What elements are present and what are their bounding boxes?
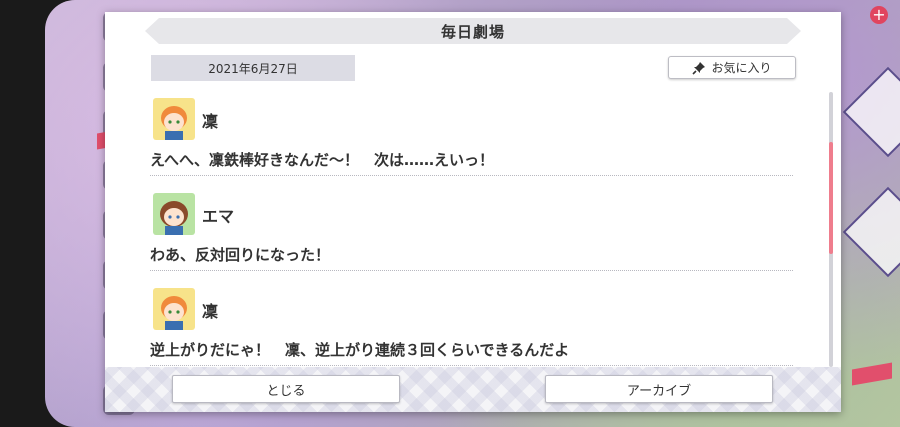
dialogue-list[interactable]: 凜 えへへ、凜鉄棒好きなんだ～！ 次は……えいっ！ エマ わあ、反対回りになった… (150, 94, 795, 366)
dialogue-text: 逆上がりだにゃ！ 凜、逆上がり連続３回くらいできるんだよ (150, 341, 570, 359)
deco-red-tag (852, 362, 892, 386)
emma-avatar (153, 193, 195, 235)
dialog-footer: とじる アーカイブ (105, 367, 841, 412)
rin-avatar (153, 288, 195, 330)
title-bar: 毎日劇場 (145, 18, 801, 44)
dialogue-entry: 凜 えへへ、凜鉄棒好きなんだ～！ 次は……えいっ！ (150, 94, 795, 189)
archive-button[interactable]: アーカイブ (545, 375, 773, 403)
close-button[interactable]: とじる (172, 375, 400, 403)
speaker-name: エマ (202, 207, 235, 226)
daily-theater-dialog: 毎日劇場 2021年6月27日 お気に入り 凜 えへへ、凜鉄棒好きなんだ～！ 次 (105, 12, 841, 412)
divider (150, 175, 793, 176)
dialog-title: 毎日劇場 (440, 22, 505, 41)
dialogue-text: わあ、反対回りになった！ (150, 246, 331, 264)
date-label: 2021年6月27日 (151, 55, 355, 81)
favorite-button[interactable]: お気に入り (668, 56, 796, 79)
dialogue-entry: エマ わあ、反対回りになった！ (150, 189, 795, 284)
divider (150, 365, 793, 366)
scrollbar[interactable] (829, 92, 833, 367)
divider (150, 270, 793, 271)
right-decoration: + (840, 0, 900, 427)
rin-avatar (153, 98, 195, 140)
deco-diamond (842, 66, 900, 158)
scrollbar-thumb[interactable] (829, 142, 833, 254)
dialogue-text: えへへ、凜鉄棒好きなんだ～！ 次は……えいっ！ (150, 151, 494, 169)
dialogue-entry: 凜 逆上がりだにゃ！ 凜、逆上がり連続３回くらいできるんだよ (150, 284, 795, 366)
plus-icon[interactable]: + (870, 6, 888, 24)
deco-diamond (842, 186, 900, 278)
speaker-name: 凜 (202, 302, 219, 321)
favorite-label: お気に入り (711, 61, 772, 75)
speaker-name: 凜 (202, 112, 219, 131)
pin-icon (692, 61, 706, 75)
